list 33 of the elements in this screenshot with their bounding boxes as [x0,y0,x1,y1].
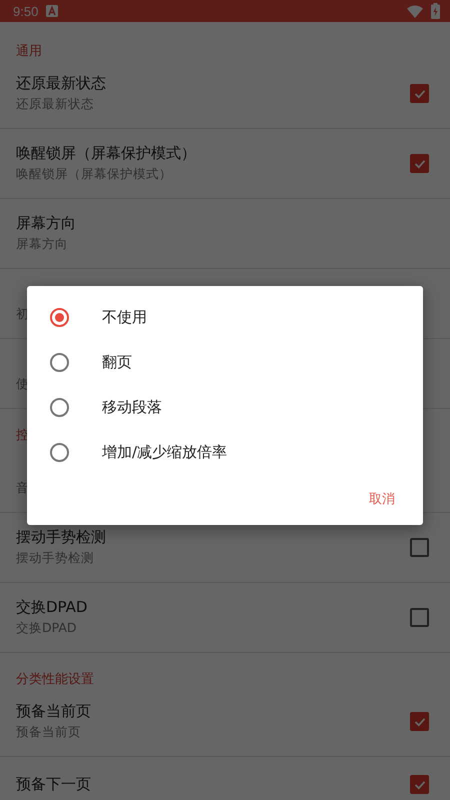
notification-icon [46,5,58,17]
item-title: 屏幕方向 [16,214,76,233]
option-label: 移动段落 [102,398,162,417]
checkbox[interactable] [410,712,429,731]
item-title: 预备当前页 [16,702,91,721]
section-header: 分类性能设置 [15,671,95,687]
cancel-button[interactable]: 取消 [365,486,399,512]
battery-icon [431,3,440,19]
option-label: 增加/减少缩放倍率 [102,443,228,462]
radio-option[interactable]: 不使用 [27,295,423,340]
clock: 9:50 [13,4,38,18]
radio-option[interactable]: 移动段落 [27,385,423,430]
settings-item[interactable]: 预备下一页 [0,757,450,800]
item-title: 唤醒锁屏（屏幕保护模式） [16,144,196,163]
option-label: 不使用 [102,308,147,327]
wifi-icon [407,4,423,18]
checkbox[interactable] [410,608,429,627]
item-title: 摆动手势检测 [16,528,106,547]
radio-button[interactable] [50,443,69,462]
radio-button[interactable] [50,308,69,327]
item-title: 预备下一页 [16,775,91,794]
item-title: 交换DPAD [16,598,88,617]
option-label: 翻页 [102,353,132,372]
radio-button[interactable] [50,398,69,417]
checkbox[interactable] [410,538,429,557]
checkbox[interactable] [410,775,429,794]
checkbox[interactable] [410,84,429,103]
radio-option[interactable]: 增加/减少缩放倍率 [27,430,423,475]
checkbox[interactable] [410,154,429,173]
section-header: 通用 [15,43,43,59]
radio-button[interactable] [50,353,69,372]
radio-option[interactable]: 翻页 [27,340,423,385]
item-title: 还原最新状态 [16,74,106,93]
